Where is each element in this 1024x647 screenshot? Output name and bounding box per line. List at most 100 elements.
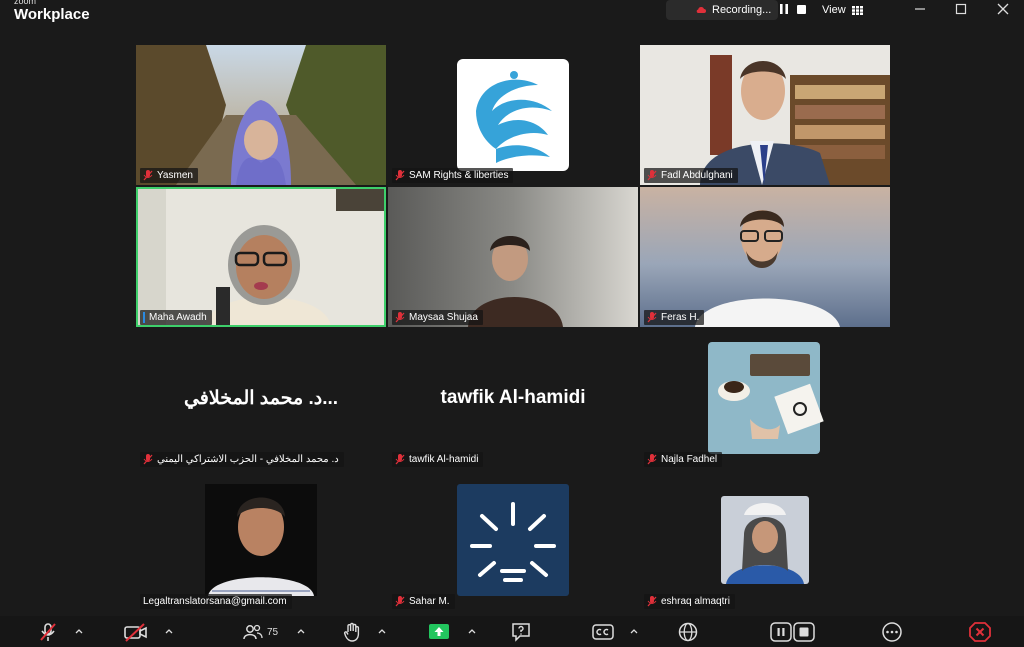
qa-button[interactable] — [511, 622, 531, 642]
video-tile-fadl[interactable]: Fadl Abdulghani — [640, 45, 890, 185]
captions-button[interactable] — [592, 622, 614, 642]
video-tile-maysaa[interactable]: Maysaa Shujaa — [388, 187, 638, 327]
mic-muted-icon — [40, 623, 56, 641]
video-off-icon — [124, 623, 147, 642]
participant-name: Legaltranslatorsana@gmail.com — [143, 596, 287, 607]
stop-recording-icon[interactable] — [797, 5, 806, 14]
participant-video — [136, 45, 386, 185]
participant-avatar-image — [708, 342, 824, 454]
mic-muted-icon — [395, 454, 405, 465]
video-tile-maha-active-speaker[interactable]: Maha Awadh — [136, 187, 386, 327]
recording-controls-button[interactable] — [770, 622, 816, 642]
participants-count: 75 — [267, 626, 279, 638]
video-tile-tawfik[interactable]: tawfik Al-hamidi tawfik Al-hamidi — [388, 329, 638, 469]
participant-name-tag: Najla Fadhel — [644, 452, 723, 467]
participant-name: Sahar M. — [409, 596, 450, 607]
title-bar: zoom Workplace Recording... View — [0, 0, 1024, 30]
brand-name: Workplace — [14, 6, 90, 23]
participant-name-tag: Fadl Abdulghani — [644, 168, 738, 183]
chevron-up-icon[interactable] — [165, 628, 173, 634]
sam-rights-logo — [457, 59, 569, 171]
mic-muted-icon — [395, 596, 405, 607]
close-icon[interactable] — [996, 2, 1010, 16]
participant-name: SAM Rights & liberties — [409, 170, 509, 181]
closed-captions-icon — [592, 624, 614, 640]
participant-name: د. محمد المخلافي - الحزب الاشتراكي اليمن… — [157, 454, 339, 465]
participant-name: Maysaa Shujaa — [409, 312, 478, 323]
video-tile-feras[interactable]: Feras H. — [640, 187, 890, 327]
chevron-up-icon[interactable] — [297, 628, 305, 634]
raise-hand-button[interactable] — [342, 622, 362, 642]
participant-name-tag: Legaltranslatorsana@gmail.com — [140, 594, 292, 609]
participants-icon — [243, 624, 263, 640]
app-logo: zoom Workplace — [14, 0, 90, 22]
video-tile-legaltranslator[interactable]: Legaltranslatorsana@gmail.com — [136, 471, 386, 611]
maximize-icon[interactable] — [954, 2, 968, 16]
mic-muted-icon — [647, 170, 657, 181]
grid-view-icon — [851, 5, 863, 15]
mic-muted-icon — [647, 596, 657, 607]
participant-name-tag: Maha Awadh — [140, 310, 212, 325]
mic-muted-icon — [395, 170, 405, 181]
participant-name-tag: د. محمد المخلافي - الحزب الاشتراكي اليمن… — [140, 452, 344, 467]
start-video-button[interactable] — [124, 622, 148, 642]
mic-muted-icon — [143, 170, 153, 181]
participant-avatar-image — [721, 496, 809, 584]
more-options-icon — [882, 622, 902, 642]
participant-video — [640, 187, 890, 327]
mic-muted-icon — [647, 312, 657, 323]
participant-video — [640, 45, 890, 185]
share-screen-button[interactable] — [428, 622, 450, 642]
video-tile-eshraq[interactable]: eshraq almaqtri — [640, 471, 890, 611]
end-meeting-icon — [969, 622, 991, 642]
participant-avatar-image — [457, 484, 569, 596]
chevron-up-icon[interactable] — [378, 628, 386, 634]
participant-name-tag: Sahar M. — [392, 594, 455, 609]
globe-icon — [678, 622, 698, 642]
mic-muted-icon — [647, 454, 657, 465]
participant-name: eshraq almaqtri — [661, 596, 730, 607]
pause-recording-icon[interactable] — [780, 4, 788, 14]
question-answer-icon — [512, 623, 530, 642]
participant-video — [388, 187, 638, 327]
video-tile-sam-rights[interactable]: SAM Rights & liberties — [388, 45, 638, 185]
participant-display-name: د. محمد المخلافي... — [183, 388, 339, 409]
video-tile-yasmen[interactable]: Yasmen — [136, 45, 386, 185]
participant-name: Yasmen — [157, 170, 193, 181]
participant-name: tawfik Al-hamidi — [409, 454, 479, 465]
interpretation-button[interactable] — [678, 622, 698, 642]
participant-display-name: tawfik Al-hamidi — [440, 387, 586, 408]
meeting-toolbar: 75 — [0, 616, 1024, 647]
participant-name: Fadl Abdulghani — [661, 170, 733, 181]
chevron-up-icon[interactable] — [630, 628, 638, 634]
view-label: View — [822, 4, 846, 16]
participant-name-tag: Feras H. — [644, 310, 705, 325]
end-meeting-button[interactable] — [969, 622, 991, 642]
unmute-button[interactable] — [38, 622, 58, 642]
view-button[interactable]: View — [822, 2, 863, 18]
participant-name: Feras H. — [661, 312, 700, 323]
video-tile-mikhlafi[interactable]: د. محمد المخلافي... د. محمد المخلافي - ا… — [136, 329, 386, 469]
participant-name-tag: eshraq almaqtri — [644, 594, 735, 609]
chevron-up-icon[interactable] — [468, 628, 476, 634]
mic-on-icon — [143, 312, 145, 323]
chevron-up-icon[interactable] — [75, 628, 83, 634]
pause-stop-recording-icon — [770, 622, 815, 642]
share-screen-icon — [429, 624, 449, 639]
mic-muted-icon — [143, 454, 153, 465]
video-tile-najla[interactable]: Najla Fadhel — [640, 329, 890, 469]
more-button[interactable] — [881, 622, 903, 642]
mic-muted-icon — [395, 312, 405, 323]
participant-avatar-image — [205, 484, 317, 596]
participant-name-tag: Yasmen — [140, 168, 198, 183]
raise-hand-icon — [343, 622, 360, 642]
participant-name-tag: tawfik Al-hamidi — [392, 452, 484, 467]
participant-name: Maha Awadh — [149, 312, 207, 323]
recording-indicator[interactable]: Recording... — [666, 0, 778, 20]
video-tile-sahar[interactable]: Sahar M. — [388, 471, 638, 611]
participant-name: Najla Fadhel — [661, 454, 718, 465]
participant-name-tag: Maysaa Shujaa — [392, 310, 483, 325]
participants-button[interactable]: 75 — [243, 622, 278, 642]
cloud-record-icon — [696, 6, 706, 13]
minimize-icon[interactable] — [913, 2, 927, 16]
